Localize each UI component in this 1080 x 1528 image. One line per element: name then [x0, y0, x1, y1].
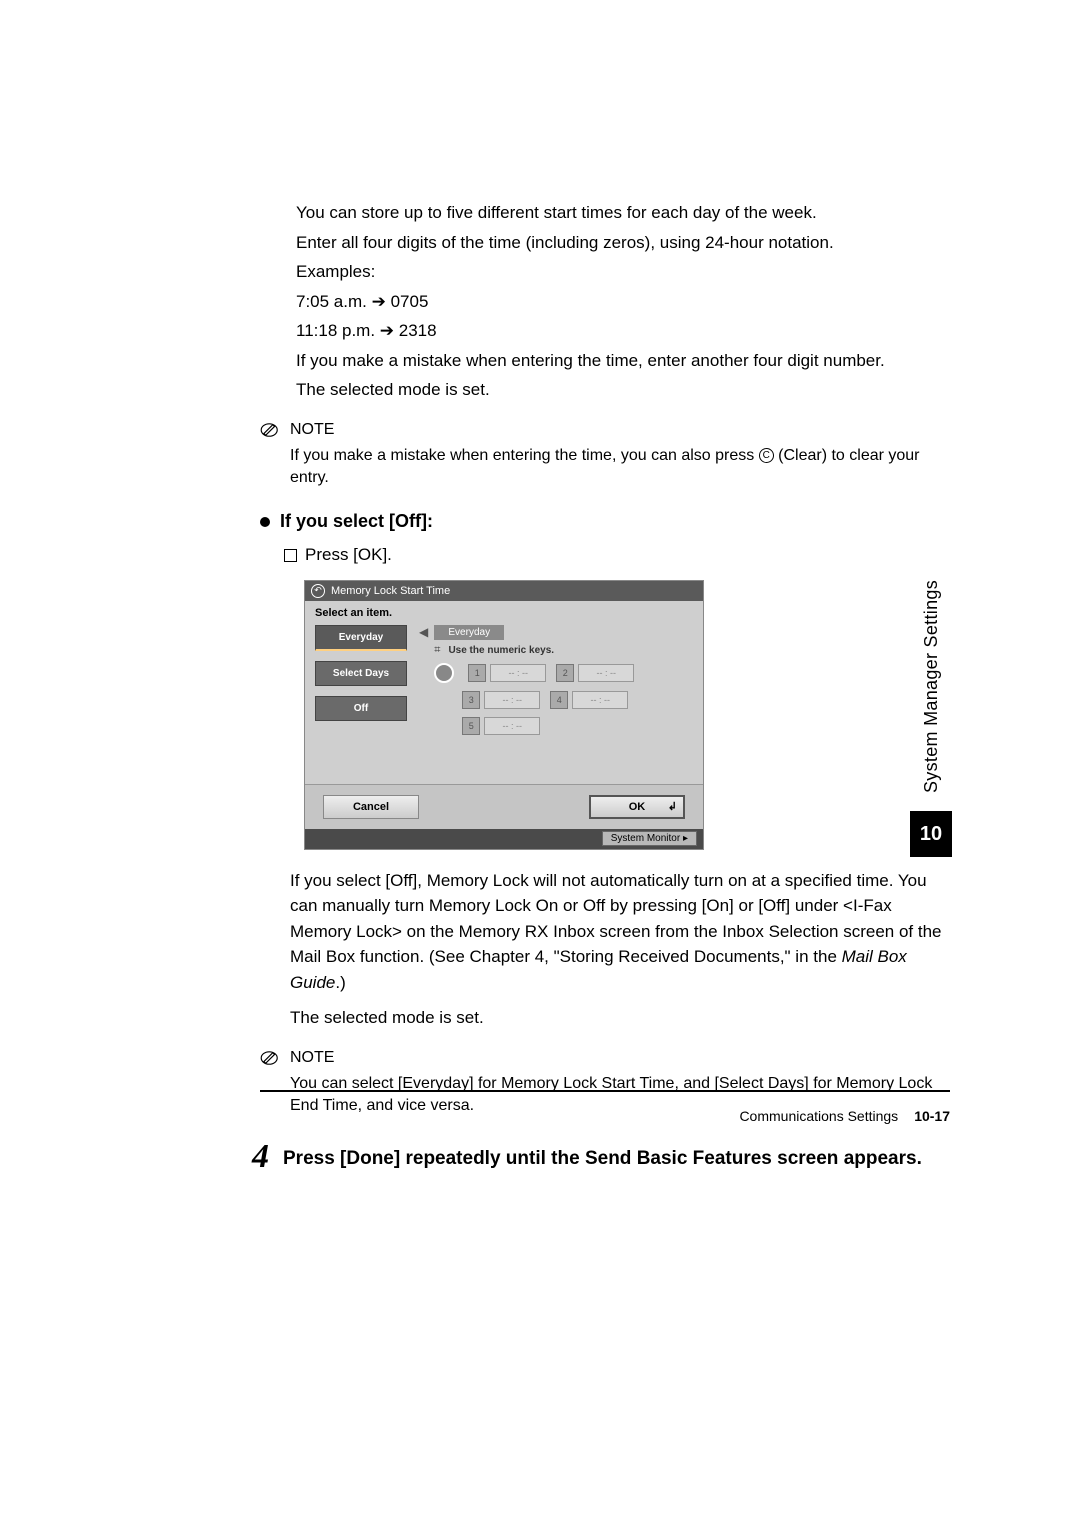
step-number-4: 4 — [252, 1140, 269, 1174]
checkbox-icon — [284, 549, 297, 562]
ss-title-text: Memory Lock Start Time — [331, 585, 450, 597]
footer-section: Communications Settings — [739, 1108, 898, 1124]
footer-rule — [260, 1090, 950, 1092]
time-field-5[interactable]: -- : -- — [484, 717, 540, 735]
tab-select-days[interactable]: Select Days — [315, 661, 407, 686]
note-label-2: NOTE — [290, 1049, 334, 1067]
step-4-text: Press [Done] repeatedly until the Send B… — [283, 1140, 922, 1173]
after-p1: If you select [Off], Memory Lock will no… — [290, 868, 950, 996]
ss-titlebar: ↶ Memory Lock Start Time — [305, 581, 703, 601]
ss-num-hint: Use the numeric keys. — [448, 645, 554, 656]
time-field-1[interactable]: -- : -- — [490, 664, 546, 682]
ok-button[interactable]: OK — [589, 795, 685, 819]
tab-off[interactable]: Off — [315, 696, 407, 721]
intro-examples-label: Examples: — [296, 259, 950, 285]
arrow-icon: ➔ — [380, 321, 394, 340]
note-1-text: If you make a mistake when entering the … — [290, 445, 950, 490]
intro-line-1: You can store up to five different start… — [296, 200, 950, 226]
time-field-3[interactable]: -- : -- — [484, 691, 540, 709]
pencil-icon — [260, 1050, 282, 1066]
slot-1[interactable]: 1 — [468, 664, 486, 682]
ss-day-label: Everyday — [434, 625, 504, 640]
clock-icon — [434, 663, 454, 683]
system-monitor-button[interactable]: System Monitor ▸ — [602, 831, 697, 846]
side-section-title: System Manager Settings — [921, 580, 942, 793]
slot-2[interactable]: 2 — [556, 664, 574, 682]
ex1-left: 7:05 a.m. — [296, 292, 372, 311]
after-mode-set: The selected mode is set. — [290, 1005, 950, 1031]
note-label-1: NOTE — [290, 421, 334, 439]
pencil-icon — [260, 422, 282, 438]
ex2-left: 11:18 p.m. — [296, 321, 380, 340]
cancel-button[interactable]: Cancel — [323, 795, 419, 819]
ss-select-item: Select an item. — [305, 601, 703, 625]
time-field-2[interactable]: -- : -- — [578, 664, 634, 682]
chapter-number-box: 10 — [910, 811, 952, 857]
after-p1b: .) — [335, 973, 345, 992]
slot-3[interactable]: 3 — [462, 691, 480, 709]
slot-4[interactable]: 4 — [550, 691, 568, 709]
note1-a: If you make a mistake when entering the … — [290, 447, 759, 464]
slot-5[interactable]: 5 — [462, 717, 480, 735]
intro-mode-set: The selected mode is set. — [296, 377, 950, 403]
ex2-right: 2318 — [394, 321, 437, 340]
intro-example-1: 7:05 a.m. ➔ 0705 — [296, 289, 950, 315]
tab-everyday[interactable]: Everyday — [315, 625, 407, 651]
device-screenshot: ↶ Memory Lock Start Time Select an item.… — [304, 580, 704, 850]
numeric-keys-icon: ⌗ — [434, 644, 440, 657]
intro-example-2: 11:18 p.m. ➔ 2318 — [296, 318, 950, 344]
off-heading: If you select [Off]: — [280, 511, 433, 532]
intro-line-2: Enter all four digits of the time (inclu… — [296, 230, 950, 256]
bullet-icon — [260, 517, 270, 527]
clear-key-icon: C — [759, 448, 774, 463]
left-arrow-icon: ◀ — [419, 625, 428, 639]
back-icon: ↶ — [311, 584, 325, 598]
footer-page-number: 10-17 — [914, 1108, 950, 1124]
arrow-icon: ➔ — [372, 292, 386, 311]
ex1-right: 0705 — [386, 292, 429, 311]
intro-line-mistake: If you make a mistake when entering the … — [296, 348, 950, 374]
time-field-4[interactable]: -- : -- — [572, 691, 628, 709]
press-ok-text: Press [OK]. — [305, 542, 392, 568]
